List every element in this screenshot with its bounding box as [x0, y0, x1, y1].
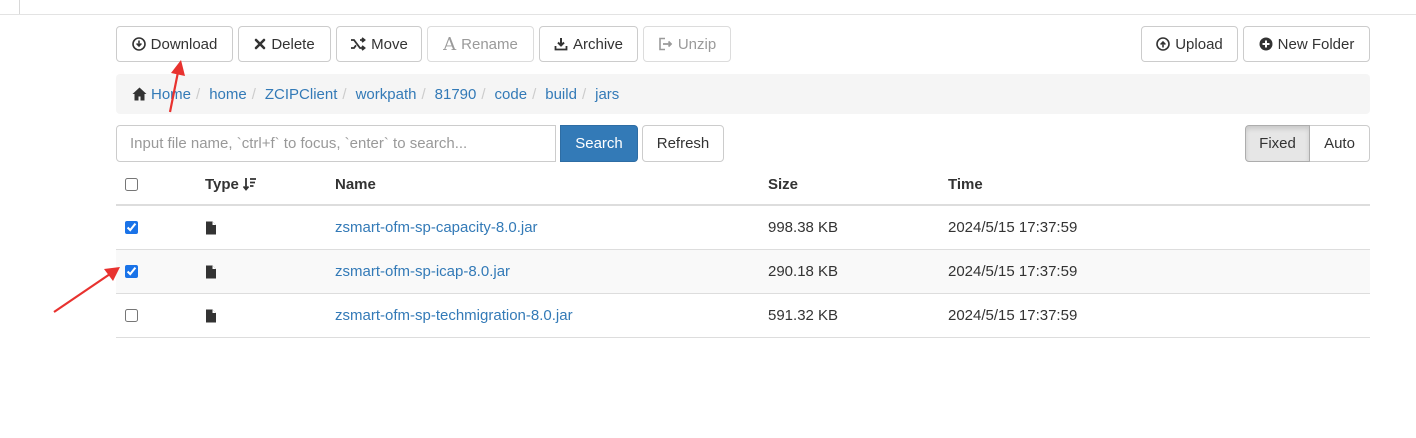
breadcrumb-separator: / — [251, 85, 256, 103]
file-size: 591.32 KB — [768, 307, 839, 324]
breadcrumb-separator: / — [421, 85, 426, 103]
search-input[interactable] — [116, 125, 556, 162]
file-table: Type Name Size Time zsmart-ofm-sp-capaci… — [116, 163, 1370, 338]
row-type-cell — [205, 294, 217, 337]
table-row[interactable]: zsmart-ofm-sp-techmigration-8.0.jar 591.3… — [116, 294, 1370, 338]
select-all-cell — [125, 163, 138, 206]
top-bar — [0, 0, 1416, 15]
column-header-name[interactable]: Name — [335, 163, 376, 206]
download-circle-icon — [131, 37, 146, 51]
row-type-cell — [205, 206, 217, 249]
home-icon — [132, 87, 147, 101]
breadcrumb-separator: / — [581, 85, 587, 103]
rename-label: Rename — [461, 35, 518, 53]
move-button[interactable]: Move — [336, 26, 422, 62]
breadcrumb-separator: / — [342, 85, 347, 103]
font-icon: A — [443, 33, 457, 55]
file-icon — [205, 221, 217, 235]
search-button[interactable]: Search — [560, 125, 638, 162]
breadcrumb-home[interactable]: Home — [132, 86, 191, 103]
file-time: 2024/5/15 17:37:59 — [948, 307, 1078, 324]
download-tray-icon — [554, 37, 568, 51]
breadcrumb-workpath[interactable]: workpath — [356, 86, 417, 103]
breadcrumb: Home / home / ZCIPClient / workpath / 81… — [116, 74, 1370, 114]
close-icon — [254, 38, 266, 50]
auto-toggle-label: Auto — [1324, 135, 1355, 152]
breadcrumb-label: Home — [151, 85, 192, 103]
row-select-cell — [125, 206, 138, 249]
table-row[interactable]: zsmart-ofm-sp-capacity-8.0.jar 998.38 KB 2… — [116, 206, 1370, 250]
breadcrumb-code[interactable]: code — [495, 86, 528, 103]
breadcrumb-separator: / — [196, 85, 201, 103]
upload-label: Upload — [1175, 35, 1223, 53]
file-name-link[interactable]: zsmart-ofm-sp-icap-8.0.jar — [335, 250, 510, 293]
unzip-button[interactable]: Unzip — [643, 26, 731, 62]
column-header-type[interactable]: Type — [205, 163, 257, 206]
table-body: zsmart-ofm-sp-capacity-8.0.jar 998.38 KB 2… — [116, 206, 1370, 338]
rename-button[interactable]: A Rename — [427, 26, 534, 62]
row-checkbox[interactable] — [125, 265, 138, 278]
file-size: 290.18 KB — [768, 263, 839, 280]
shuffle-icon — [350, 37, 367, 51]
breadcrumb-zcipclient[interactable]: ZCIPClient — [265, 86, 338, 103]
select-all-checkbox[interactable] — [125, 178, 138, 191]
file-icon — [205, 309, 217, 323]
breadcrumb-separator: / — [532, 85, 537, 103]
upload-circle-icon — [1156, 37, 1171, 51]
column-type-label: Type — [205, 176, 239, 193]
annotation-arrow-checkbox — [53, 267, 120, 313]
move-label: Move — [371, 35, 408, 53]
sort-descending-icon — [242, 177, 257, 192]
refresh-button-label: Refresh — [656, 135, 710, 152]
search-button-label: Search — [575, 135, 623, 152]
row-type-cell — [205, 250, 217, 293]
row-select-cell — [125, 250, 138, 293]
file-size: 998.38 KB — [768, 219, 839, 236]
column-header-size[interactable]: Size — [768, 163, 798, 206]
download-button[interactable]: Download — [116, 26, 233, 62]
delete-label: Delete — [271, 35, 315, 53]
column-header-time[interactable]: Time — [948, 163, 983, 206]
download-label: Download — [150, 35, 218, 53]
table-header: Type Name Size Time — [116, 163, 1370, 206]
upload-button[interactable]: Upload — [1141, 26, 1238, 62]
auto-width-toggle[interactable]: Auto — [1310, 125, 1370, 162]
file-icon — [205, 265, 217, 279]
fixed-width-toggle[interactable]: Fixed — [1245, 125, 1310, 162]
file-time: 2024/5/15 17:37:59 — [948, 263, 1078, 280]
breadcrumb-81790[interactable]: 81790 — [435, 86, 477, 103]
archive-label: Archive — [572, 35, 624, 53]
file-time: 2024/5/15 17:37:59 — [948, 219, 1078, 236]
unzip-label: Unzip — [677, 35, 717, 53]
row-checkbox[interactable] — [125, 309, 138, 322]
top-bar-tab — [0, 0, 20, 14]
breadcrumb-home-dir[interactable]: home — [209, 86, 247, 103]
breadcrumb-separator: / — [481, 85, 486, 103]
file-name-link[interactable]: zsmart-ofm-sp-capacity-8.0.jar — [335, 206, 538, 249]
row-checkbox[interactable] — [125, 221, 138, 234]
fixed-toggle-label: Fixed — [1259, 135, 1296, 152]
log-out-icon — [658, 37, 673, 51]
delete-button[interactable]: Delete — [238, 26, 331, 62]
breadcrumb-jars[interactable]: jars — [595, 86, 619, 103]
plus-circle-icon — [1259, 37, 1273, 51]
file-name-link[interactable]: zsmart-ofm-sp-techmigration-8.0.jar — [335, 294, 573, 337]
row-select-cell — [125, 294, 138, 337]
refresh-button[interactable]: Refresh — [642, 125, 724, 162]
table-row[interactable]: zsmart-ofm-sp-icap-8.0.jar 290.18 KB 2024/… — [116, 250, 1370, 294]
new-folder-button[interactable]: New Folder — [1243, 26, 1370, 62]
new-folder-label: New Folder — [1277, 35, 1355, 53]
breadcrumb-build[interactable]: build — [545, 86, 577, 103]
archive-button[interactable]: Archive — [539, 26, 638, 62]
